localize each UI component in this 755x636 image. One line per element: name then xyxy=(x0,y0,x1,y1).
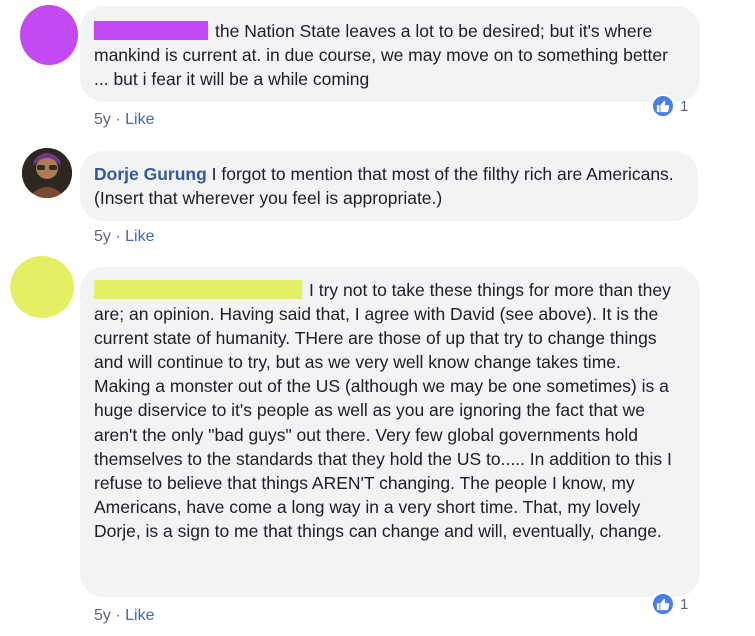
comment-time: 5y xyxy=(94,228,111,245)
comment-meta-3: 5y · Like xyxy=(94,607,155,625)
redacted-author-name xyxy=(94,21,208,40)
comment-bubble-3: I try not to take these things for more … xyxy=(80,267,700,597)
reaction-summary-3[interactable]: 1 xyxy=(651,592,688,616)
thumbs-up-icon xyxy=(651,592,675,616)
comment-meta-1: 5y · Like xyxy=(94,111,155,129)
reaction-summary-1[interactable]: 1 xyxy=(651,94,688,118)
meta-separator: · xyxy=(115,228,121,245)
comment-time: 5y xyxy=(94,607,111,624)
comment-meta-2: 5y · Like xyxy=(94,228,155,246)
like-button[interactable]: Like xyxy=(125,607,154,624)
comment-bubble-1: the Nation State leaves a lot to be desi… xyxy=(80,6,700,102)
like-button[interactable]: Like xyxy=(125,111,154,128)
meta-separator: · xyxy=(115,607,121,624)
commenter-avatar-3[interactable] xyxy=(10,256,74,318)
reaction-count: 1 xyxy=(680,595,689,613)
commenter-avatar-2[interactable] xyxy=(22,148,72,198)
reaction-count: 1 xyxy=(680,97,689,115)
redacted-author-name xyxy=(94,280,302,299)
comment-author-link[interactable]: Dorje Gurung xyxy=(94,164,207,184)
thumbs-up-icon xyxy=(651,94,675,118)
commenter-avatar-1[interactable] xyxy=(20,5,78,65)
comment-bubble-2: Dorje Gurung I forgot to mention that mo… xyxy=(80,151,698,221)
like-button[interactable]: Like xyxy=(125,228,154,245)
comment-text-3: I try not to take these things for more … xyxy=(94,280,672,541)
meta-separator: · xyxy=(115,111,121,128)
comment-time: 5y xyxy=(94,111,111,128)
avatar-photo xyxy=(22,148,72,198)
